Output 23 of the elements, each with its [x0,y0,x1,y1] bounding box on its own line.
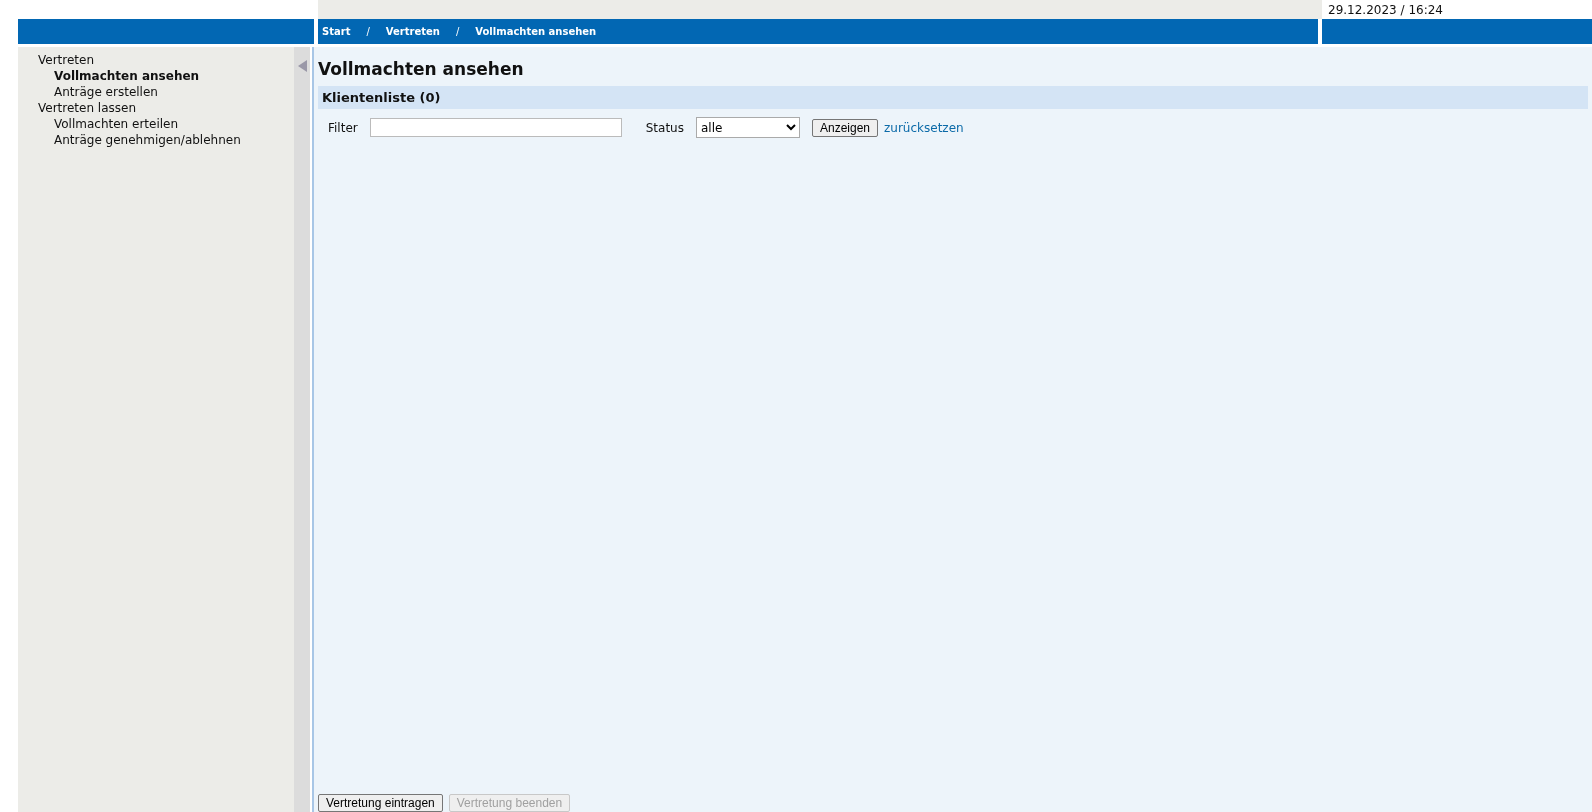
show-button[interactable]: Anzeigen [811,118,878,137]
sidebar-item[interactable]: Anträge genehmigen/ablehnen [38,132,294,148]
status-dropdown[interactable]: alle [695,117,800,138]
sidebar-item[interactable]: Vertreten lassen [38,100,294,116]
collapse-handle[interactable] [294,47,310,812]
collapse-arrow-icon[interactable] [297,60,307,72]
breadcrumb-link[interactable]: Start [322,26,351,37]
breadcrumb-separator: / [366,26,370,37]
sidebar-item[interactable]: Vertreten [38,52,294,68]
breadcrumb-link[interactable]: Vollmachten ansehen [475,26,597,37]
section-header: Klientenliste (0) [318,86,1588,109]
sidebar-item[interactable]: Vollmachten ansehen [38,68,294,84]
status-label: Status [645,120,684,135]
date-time: 29.12.2023 / 16:24 [1327,2,1444,19]
action-button[interactable]: Vertretung eintragen [318,794,443,812]
breadcrumb-separator: / [455,26,460,37]
breadcrumb-link[interactable]: Vertreten [385,26,440,37]
page-title: Vollmachten ansehen [318,59,525,79]
filter-label: Filter [328,120,358,135]
sidebar-item[interactable]: Vollmachten erteilen [38,116,294,132]
reset-link[interactable]: zurücksetzen [884,120,964,135]
sidebar-item[interactable]: Anträge erstellen [38,84,294,100]
filter-field[interactable] [369,118,622,137]
